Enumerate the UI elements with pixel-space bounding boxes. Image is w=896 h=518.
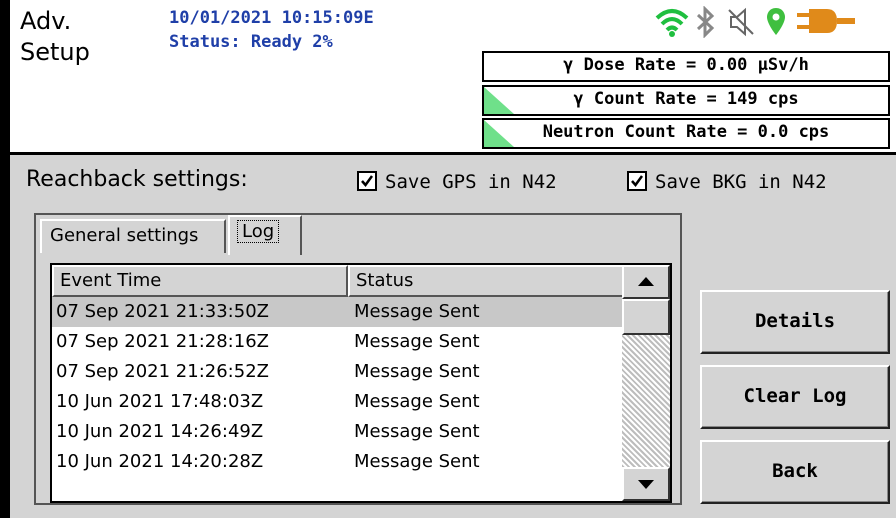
count-rate-text: γ Count Rate = 149 cps [573, 89, 799, 109]
table-row[interactable]: 07 Sep 2021 21:33:50Z Message Sent [52, 297, 622, 327]
tab-general-settings-label: General settings [50, 225, 199, 246]
page-title: Adv. Setup [20, 6, 90, 68]
event-time-cell: 07 Sep 2021 21:28:16Z [56, 331, 269, 352]
power-plug-icon [797, 9, 855, 33]
event-time-cell: 10 Jun 2021 14:20:28Z [56, 451, 264, 472]
dose-rate-text: γ Dose Rate = 0.00 μSv/h [563, 55, 809, 75]
save-bkg-checkbox[interactable]: Save BKG in N42 [627, 171, 827, 193]
column-header-status[interactable]: Status [348, 265, 624, 297]
tab-log[interactable]: Log [228, 215, 302, 255]
event-time-cell: 10 Jun 2021 17:48:03Z [56, 391, 264, 412]
tab-general-settings[interactable]: General settings [40, 219, 226, 253]
table-row[interactable]: 10 Jun 2021 14:26:49Z Message Sent [52, 417, 622, 447]
scroll-up-button[interactable] [622, 265, 670, 299]
clear-log-button[interactable]: Clear Log [700, 365, 890, 429]
save-gps-checkbox[interactable]: Save GPS in N42 [357, 171, 557, 193]
event-time-cell: 07 Sep 2021 21:26:52Z [56, 361, 269, 382]
table-row[interactable]: 07 Sep 2021 21:28:16Z Message Sent [52, 327, 622, 357]
tab-log-label: Log [236, 220, 280, 243]
settings-panel: Reachback settings: Save GPS in N42 Save… [10, 155, 896, 518]
log-list-header: Event Time Status [52, 265, 624, 297]
log-list[interactable]: Event Time Status 07 Sep 2021 21:33:50Z … [50, 263, 672, 503]
page-title-line2: Setup [20, 38, 90, 66]
status-cell: Message Sent [354, 331, 480, 352]
save-bkg-label: Save BKG in N42 [655, 171, 827, 193]
arrow-up-icon [638, 277, 654, 286]
page-title-line1: Adv. [20, 7, 72, 35]
log-scrollbar[interactable] [622, 265, 670, 501]
speaker-muted-icon [728, 7, 754, 37]
neutron-rate-display: Neutron Count Rate = 0.0 cps [482, 118, 890, 149]
dose-rate-display: γ Dose Rate = 0.00 μSv/h [482, 51, 890, 82]
datetime-display: 10/01/2021 10:15:09E [169, 8, 374, 28]
count-rate-display: γ Count Rate = 149 cps [482, 85, 890, 116]
status-cell: Message Sent [354, 391, 480, 412]
bluetooth-icon [696, 6, 715, 38]
scroll-down-button[interactable] [622, 467, 670, 501]
scroll-thumb[interactable] [622, 299, 670, 335]
neutron-rate-text: Neutron Count Rate = 0.0 cps [542, 122, 830, 142]
checkmark-icon [361, 175, 374, 188]
event-time-cell: 10 Jun 2021 14:26:49Z [56, 421, 264, 442]
table-row[interactable]: 10 Jun 2021 17:48:03Z Message Sent [52, 387, 622, 417]
device-screen: Adv. Setup 10/01/2021 10:15:09E Status: … [10, 0, 896, 518]
details-button[interactable]: Details [700, 290, 890, 354]
arrow-down-icon [638, 480, 654, 489]
location-pin-icon [767, 8, 785, 35]
column-header-event-time[interactable]: Event Time [52, 265, 348, 297]
status-text: Status: Ready 2% [169, 32, 333, 52]
save-bkg-checkbox-box[interactable] [627, 171, 647, 191]
reachback-settings-label: Reachback settings: [26, 167, 248, 192]
status-header: Adv. Setup 10/01/2021 10:15:09E Status: … [10, 0, 896, 155]
status-cell: Message Sent [354, 361, 480, 382]
status-cell: Message Sent [354, 451, 480, 472]
tab-panel: General settings Log Event Time Status 0… [34, 213, 682, 505]
status-icons [655, 6, 895, 42]
event-time-cell: 07 Sep 2021 21:33:50Z [56, 301, 269, 322]
checkmark-icon [631, 175, 644, 188]
wifi-icon [655, 9, 689, 37]
status-cell: Message Sent [354, 421, 480, 442]
table-row[interactable]: 07 Sep 2021 21:26:52Z Message Sent [52, 357, 622, 387]
status-cell: Message Sent [354, 301, 480, 322]
table-row[interactable]: 10 Jun 2021 14:20:28Z Message Sent [52, 447, 622, 477]
save-gps-label: Save GPS in N42 [385, 171, 557, 193]
tab-strip: General settings Log [36, 215, 680, 255]
back-button[interactable]: Back [700, 440, 890, 504]
save-gps-checkbox-box[interactable] [357, 171, 377, 191]
